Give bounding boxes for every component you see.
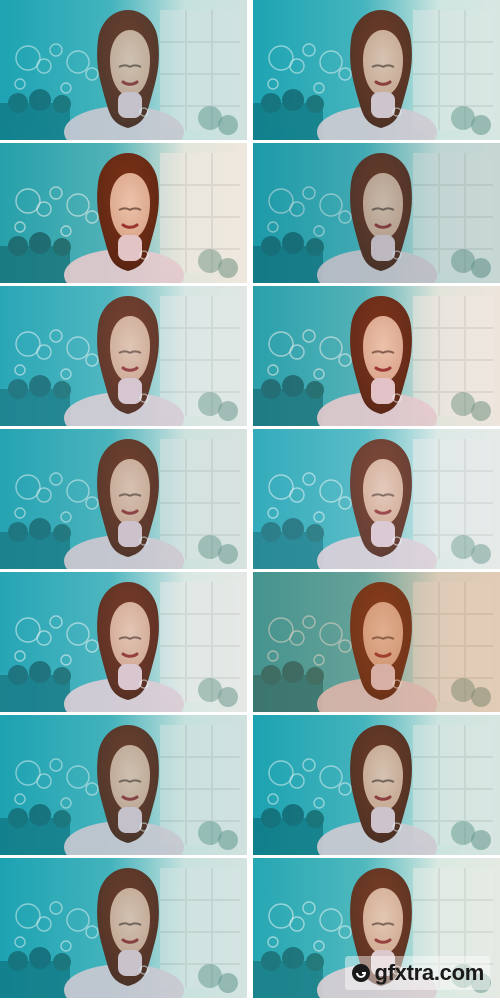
image-grid bbox=[0, 0, 500, 1000]
photo-tile bbox=[0, 143, 247, 283]
photo-tile bbox=[0, 429, 247, 569]
photo-tile bbox=[253, 429, 500, 569]
photo-tile bbox=[0, 715, 247, 855]
photo-svg bbox=[0, 429, 247, 569]
photo-svg bbox=[0, 715, 247, 855]
photo-tile bbox=[0, 858, 247, 998]
photo-tile bbox=[0, 572, 247, 712]
photo-svg bbox=[253, 0, 500, 140]
gfxtra-logo-icon bbox=[351, 964, 370, 982]
photo-tile bbox=[253, 0, 500, 140]
photo-svg bbox=[253, 572, 500, 712]
watermark-text: gfxtra.com bbox=[374, 960, 485, 985]
photo-tile bbox=[253, 715, 500, 855]
photo-tile bbox=[0, 286, 247, 426]
photo-svg bbox=[253, 715, 500, 855]
photo-svg bbox=[253, 143, 500, 283]
photo-svg bbox=[0, 572, 247, 712]
photo-svg bbox=[253, 429, 500, 569]
photo-svg bbox=[0, 0, 247, 140]
photo-tile bbox=[253, 572, 500, 712]
photo-svg bbox=[0, 858, 247, 998]
photo-svg bbox=[0, 143, 247, 283]
photo-svg bbox=[0, 286, 247, 426]
watermark: gfxtra.com bbox=[344, 956, 490, 990]
photo-tile bbox=[253, 286, 500, 426]
photo-tile bbox=[0, 0, 247, 140]
photo-tile bbox=[253, 143, 500, 283]
photo-svg bbox=[253, 286, 500, 426]
